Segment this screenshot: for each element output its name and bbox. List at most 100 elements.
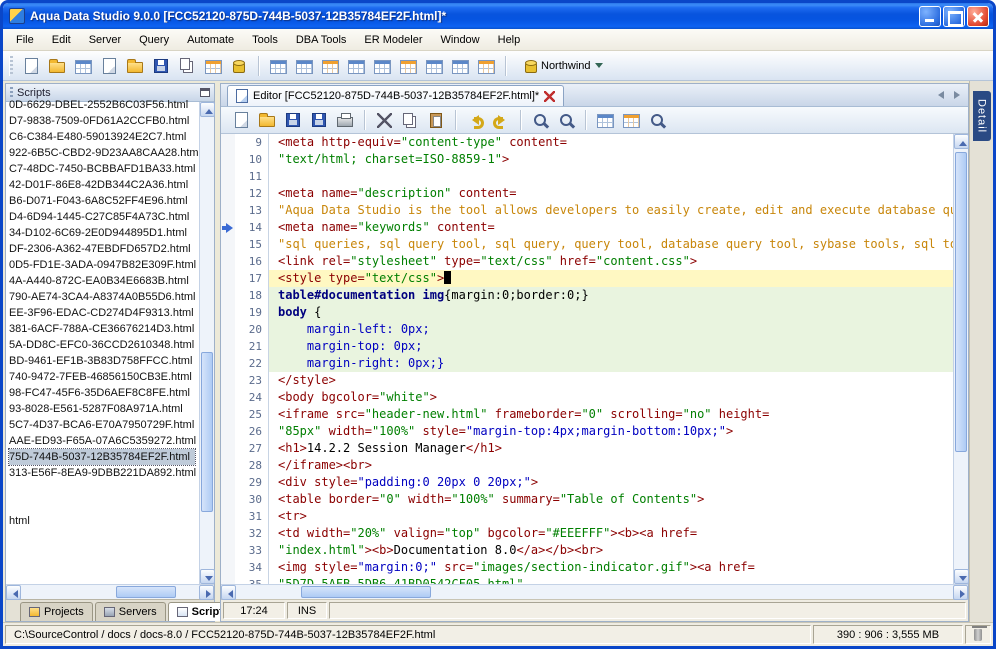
table-icon[interactable] (266, 54, 290, 78)
database-combo[interactable]: Northwind (519, 57, 609, 75)
bookmark-icon[interactable] (593, 108, 617, 132)
save-icon[interactable] (281, 108, 305, 132)
file-item[interactable]: C7-48DC-7450-BCBBAFD1BA33.html (9, 161, 199, 177)
file-item[interactable]: 740-9472-7FEB-46856150CB3E.html (9, 369, 199, 385)
replace-icon[interactable] (554, 108, 578, 132)
float-panel-icon[interactable] (200, 88, 210, 97)
file-item[interactable]: 42-D01F-86E8-42DB344C2A36.html (9, 177, 199, 193)
scroll-left-icon[interactable] (221, 585, 236, 600)
code-editor[interactable]: 9<meta http-equiv="content-type" content… (221, 134, 953, 584)
cut-icon[interactable] (372, 108, 396, 132)
tab-close-icon[interactable] (544, 91, 555, 102)
register-server-icon[interactable] (19, 54, 43, 78)
menu-automate[interactable]: Automate (178, 31, 243, 49)
table-cell-icon[interactable] (422, 54, 446, 78)
goto-line-icon[interactable] (619, 108, 643, 132)
table-row-icon[interactable] (344, 54, 368, 78)
file-item[interactable]: 93-8028-E561-5287F08A971A.html (9, 401, 199, 417)
editor-tab[interactable]: Editor [FCC52120-875D-744B-5037-12B35784… (227, 85, 564, 106)
export-icon[interactable] (201, 54, 225, 78)
file-item[interactable]: D7-9838-7509-0FD61A2CCFB0.html (9, 113, 199, 129)
menu-file[interactable]: File (7, 31, 43, 49)
file-item[interactable]: AAE-ED93-F65A-07A6C5359272.html (9, 433, 199, 449)
sidebar-hscroll-thumb[interactable] (116, 586, 176, 598)
save-file-icon[interactable] (149, 54, 173, 78)
minimize-button[interactable] (919, 6, 941, 27)
scroll-right-icon[interactable] (953, 585, 968, 600)
file-item[interactable]: 5C7-4D37-BCA6-E70A7950729F.html (9, 417, 199, 433)
file-item[interactable]: C6-C384-E480-59013924E2C7.html (9, 129, 199, 145)
title-bar[interactable]: Aqua Data Studio 9.0.0 [FCC52120-875D-74… (3, 3, 993, 29)
menu-help[interactable]: Help (489, 31, 530, 49)
find-icon[interactable] (528, 108, 552, 132)
close-button[interactable] (967, 6, 989, 27)
table-select-icon[interactable] (474, 54, 498, 78)
undo-icon[interactable] (463, 108, 487, 132)
sidebar-tab-servers[interactable]: Servers (95, 602, 166, 621)
file-item[interactable]: 0D-6629-DBEL-2552B6C03F56.html (9, 97, 199, 113)
file-item[interactable]: B6-D071-F043-6A8C52FF4E96.html (9, 193, 199, 209)
schema-browser-icon[interactable] (71, 54, 95, 78)
tab-scroll-right-icon[interactable] (948, 88, 962, 102)
file-item[interactable]: DF-2306-A362-47EBDFD657D2.html (9, 241, 199, 257)
copy-icon[interactable] (398, 108, 422, 132)
menu-window[interactable]: Window (432, 31, 489, 49)
menu-server[interactable]: Server (80, 31, 130, 49)
table-border-icon[interactable] (396, 54, 420, 78)
file-list[interactable]: 0D-6629-DBEL-2552B6C03F56.htmlD7-9838-75… (6, 97, 199, 579)
file-item[interactable]: 34-D102-6C69-2E0D944895D1.html (9, 225, 199, 241)
file-item[interactable]: 75D-744B-5037-12B35784EF2F.html (9, 449, 195, 465)
file-item[interactable]: st_arrows.psd (9, 577, 199, 579)
menu-tools[interactable]: Tools (243, 31, 287, 49)
menu-dba-tools[interactable]: DBA Tools (287, 31, 356, 49)
menu-er-modeler[interactable]: ER Modeler (355, 31, 431, 49)
file-item[interactable]: BD-9461-EF1B-3B83D758FFCC.html (9, 353, 199, 369)
toolbar-grip[interactable] (9, 56, 13, 76)
file-item[interactable]: EE-3F96-EDAC-CD274D4F9313.html (9, 305, 199, 321)
gc-button[interactable] (965, 625, 991, 644)
file-item[interactable]: html (9, 513, 199, 529)
table-grid-icon[interactable] (370, 54, 394, 78)
table-highlight-icon[interactable] (318, 54, 342, 78)
server-connect-icon[interactable] (45, 54, 69, 78)
file-item[interactable]: 5A-DD8C-EFC0-36CCD2610348.html (9, 337, 199, 353)
print-icon[interactable] (333, 108, 357, 132)
save-all-icon[interactable] (307, 108, 331, 132)
paste-icon[interactable] (424, 108, 448, 132)
file-item[interactable]: 313-E56F-8EA9-9DBB221DA892.html (9, 465, 199, 481)
file-item[interactable]: 98-FC47-45F6-35D6AEF8C8FE.html (9, 385, 199, 401)
sidebar-hscrollbar[interactable] (6, 584, 214, 599)
editor-hscrollbar[interactable] (221, 584, 968, 599)
file-item[interactable]: 4A-A440-872C-EA0B34E6683B.html (9, 273, 199, 289)
scroll-up-icon[interactable] (954, 134, 969, 149)
editor-vscrollbar[interactable] (953, 134, 968, 584)
zoom-icon[interactable] (645, 108, 669, 132)
file-item[interactable]: 0D5-FD1E-3ADA-0947B82E309F.html (9, 257, 199, 273)
redo-icon[interactable] (489, 108, 513, 132)
file-item[interactable]: 381-6ACF-788A-CE36676214D3.html (9, 321, 199, 337)
sidebar-tab-projects[interactable]: Projects (20, 602, 93, 621)
tab-detail[interactable]: Detail (973, 91, 991, 141)
open-file-icon[interactable] (123, 54, 147, 78)
table-frame-icon[interactable] (448, 54, 472, 78)
new-document-icon[interactable] (229, 108, 253, 132)
table-columns-icon[interactable] (292, 54, 316, 78)
scroll-up-icon[interactable] (200, 102, 215, 117)
editor-vscroll-thumb[interactable] (955, 152, 967, 452)
scroll-left-icon[interactable] (6, 585, 21, 600)
query-analyzer-icon[interactable] (97, 54, 121, 78)
file-item[interactable]: 790-AE74-3CA4-A8374A0B55D6.html (9, 289, 199, 305)
scroll-right-icon[interactable] (199, 585, 214, 600)
menu-query[interactable]: Query (130, 31, 178, 49)
open-document-icon[interactable] (255, 108, 279, 132)
tab-scroll-left-icon[interactable] (931, 88, 945, 102)
file-item[interactable]: 922-6B5C-CBD2-9D23AA8CAA28.html (9, 145, 199, 161)
scroll-down-icon[interactable] (954, 569, 969, 584)
editor-hscroll-thumb[interactable] (301, 586, 431, 598)
import-icon[interactable] (175, 54, 199, 78)
sidebar-vscrollbar[interactable] (199, 102, 214, 584)
scroll-down-icon[interactable] (200, 569, 215, 584)
file-item[interactable]: D4-6D94-1445-C27C85F4A73C.html (9, 209, 199, 225)
menu-edit[interactable]: Edit (43, 31, 80, 49)
sidebar-vscroll-thumb[interactable] (201, 352, 213, 512)
